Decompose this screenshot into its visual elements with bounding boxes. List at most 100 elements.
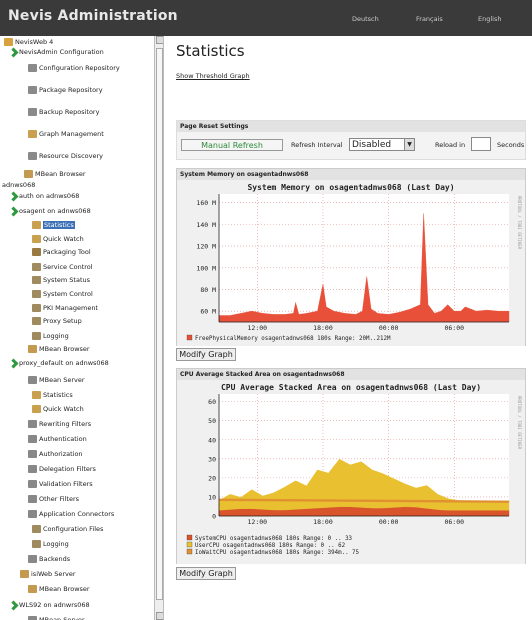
app-brand: Nevis Administration: [8, 8, 178, 24]
log-icon: [32, 332, 41, 340]
tree-item-resource-discovery[interactable]: Resource Discovery: [28, 150, 103, 162]
tree-item-wls92-on-adnwrs068[interactable]: WLS92 on adnwrs068: [8, 599, 90, 611]
tree-item-other-filters[interactable]: Other Filters: [28, 493, 79, 505]
x-tick-label: 18:00: [313, 518, 333, 526]
tree-item-service-control[interactable]: Service Control: [32, 261, 93, 273]
tree-item-mbean-server[interactable]: MBean Server: [28, 374, 85, 386]
filter-icon: [28, 465, 37, 473]
main-content: Statistics Show Threshold Graph Page Res…: [172, 36, 532, 620]
tree-scrollbar[interactable]: [154, 36, 163, 620]
check-icon: [28, 480, 37, 488]
tree-item-osagent-on-adnws068[interactable]: osagent on adnws068: [8, 205, 91, 217]
x-tick-label: 00:00: [379, 518, 399, 526]
tree-item-logging[interactable]: Logging: [32, 330, 69, 342]
legend-entry-2: IoWaitCPU osagentadnws068 180s Range: 39…: [195, 550, 360, 556]
filter-icon: [28, 495, 37, 503]
legend-entry-0: SystemCPU osagentadnws068 180s Range: 0 …: [195, 536, 353, 542]
x-tick-label: 06:00: [444, 518, 464, 526]
y-tick-label: 160 M: [196, 199, 216, 207]
reload-in-label: Reload in: [435, 141, 466, 149]
tree-item-mbean-browser[interactable]: MBean Browser: [28, 583, 90, 595]
mbean-icon: [20, 570, 29, 578]
graph-icon: [32, 221, 41, 229]
tree-item-nevisadmin-configuration[interactable]: NevisAdmin Configuration: [8, 46, 104, 58]
cpu-chart: CPU Average Stacked Area on osagentadnws…: [177, 380, 525, 564]
tree-item-statistics[interactable]: Statistics: [32, 219, 75, 231]
reload-seconds-input[interactable]: [471, 137, 491, 151]
tree-item-pki-management[interactable]: PKI Management: [32, 302, 98, 314]
refresh-interval-select[interactable]: Disabled ▼: [349, 138, 415, 151]
tree-item-system-status[interactable]: System Status: [32, 274, 90, 286]
scroll-up-button[interactable]: [156, 36, 163, 44]
page-reset-title: Page Reset Settings: [177, 121, 525, 132]
tree-item-label: osagent on adnws068: [19, 207, 91, 215]
lang-english-link[interactable]: English: [478, 15, 501, 23]
legend-swatch-1: [186, 541, 193, 548]
app-header: Nevis Administration Deutsch Français En…: [0, 0, 532, 36]
scroll-thumb[interactable]: [156, 48, 163, 600]
manual-refresh-button[interactable]: Manual Refresh: [181, 139, 283, 151]
tree-item-statistics[interactable]: Statistics: [32, 389, 73, 401]
legend-swatch-0: [186, 334, 193, 341]
tree-item-label: Application Connectors: [39, 510, 115, 518]
tree-item-configuration-repository[interactable]: Configuration Repository: [28, 62, 120, 74]
tree-item-auth-on-adnws068[interactable]: auth on adnws068: [8, 190, 79, 202]
y-tick-label: 30: [208, 455, 216, 463]
tree-item-quick-watch[interactable]: Quick Watch: [32, 403, 84, 415]
modify-graph-button-memory[interactable]: Modify Graph: [176, 348, 236, 361]
tree-item-graph-management[interactable]: Graph Management: [28, 128, 104, 140]
tree-item-label: Delegation Filters: [39, 465, 96, 473]
tree-item-backup-repository[interactable]: Backup Repository: [28, 106, 99, 118]
tree-item-label: Logging: [43, 540, 69, 548]
connector-icon: [28, 510, 37, 518]
tree-item-rewriting-filters[interactable]: Rewriting Filters: [28, 418, 91, 430]
lang-francais-link[interactable]: Français: [416, 15, 443, 23]
tree-item-label: System Status: [43, 276, 91, 284]
tree-item-validation-filters[interactable]: Validation Filters: [28, 478, 93, 490]
x-tick-label: 06:00: [444, 324, 464, 332]
control-icon: [32, 263, 41, 271]
tree-item-system-control[interactable]: System Control: [32, 288, 93, 300]
tree-item-label: Graph Management: [39, 130, 104, 138]
tree-item-mbean-browser[interactable]: MBean Browser: [28, 343, 90, 355]
chart-title: System Memory on osagentadnws068 (Last D…: [247, 183, 454, 192]
tree-item-logging[interactable]: Logging: [32, 538, 69, 550]
tree-item-authorization[interactable]: Authorization: [28, 448, 83, 460]
show-threshold-graph-link[interactable]: Show Threshold Graph: [176, 72, 250, 80]
tree-item-backends[interactable]: Backends: [28, 553, 70, 565]
tree-item-label: Rewriting Filters: [39, 420, 92, 428]
control-icon: [32, 317, 41, 325]
green-arrow-icon: [8, 358, 19, 368]
tree-item-isiweb-server[interactable]: isiWeb Server: [20, 568, 76, 580]
modify-graph-button-cpu[interactable]: Modify Graph: [176, 567, 236, 580]
lang-deutsch-link[interactable]: Deutsch: [352, 15, 379, 23]
tree-item-proxy-setup[interactable]: Proxy Setup: [32, 315, 82, 327]
tree-item-label: MBean Browser: [35, 170, 86, 178]
tree-item-label: MBean Server: [39, 376, 85, 384]
tree-item-mbean-server[interactable]: MBean Server: [28, 614, 85, 620]
tree-item-label: Backup Repository: [39, 108, 100, 116]
tree-item-label: Package Repository: [39, 86, 103, 94]
tree-item-application-connectors[interactable]: Application Connectors: [28, 508, 114, 520]
tree-item-packaging-tool[interactable]: Packaging Tool: [32, 246, 91, 258]
server-icon: [28, 616, 37, 620]
tree-item-authentication[interactable]: Authentication: [28, 433, 87, 445]
y-tick-label: 140 M: [196, 221, 216, 229]
tree-item-label: adnws068: [2, 181, 36, 189]
green-arrow-icon: [8, 191, 19, 201]
tree-item-quick-watch[interactable]: Quick Watch: [32, 233, 84, 245]
green-arrow-icon: [8, 600, 19, 610]
repository-icon: [28, 64, 37, 72]
tree-item-label: Configuration Repository: [39, 64, 120, 72]
tree-item-label: Logging: [43, 332, 69, 340]
tree-item-label: Validation Filters: [39, 480, 93, 488]
tree-item-label: Quick Watch: [43, 405, 84, 413]
tree-item-delegation-filters[interactable]: Delegation Filters: [28, 463, 96, 475]
tree-item-package-repository[interactable]: Package Repository: [28, 84, 103, 96]
tree-item-label: MBean Browser: [39, 345, 90, 353]
scroll-down-button[interactable]: [156, 612, 163, 620]
tree-item-label: isiWeb Server: [31, 570, 76, 578]
mbean-icon: [24, 170, 33, 178]
tree-item-configuration-files[interactable]: Configuration Files: [32, 523, 103, 535]
tree-item-proxy-default-on-adnws068[interactable]: proxy_default on adnws068: [8, 357, 109, 369]
